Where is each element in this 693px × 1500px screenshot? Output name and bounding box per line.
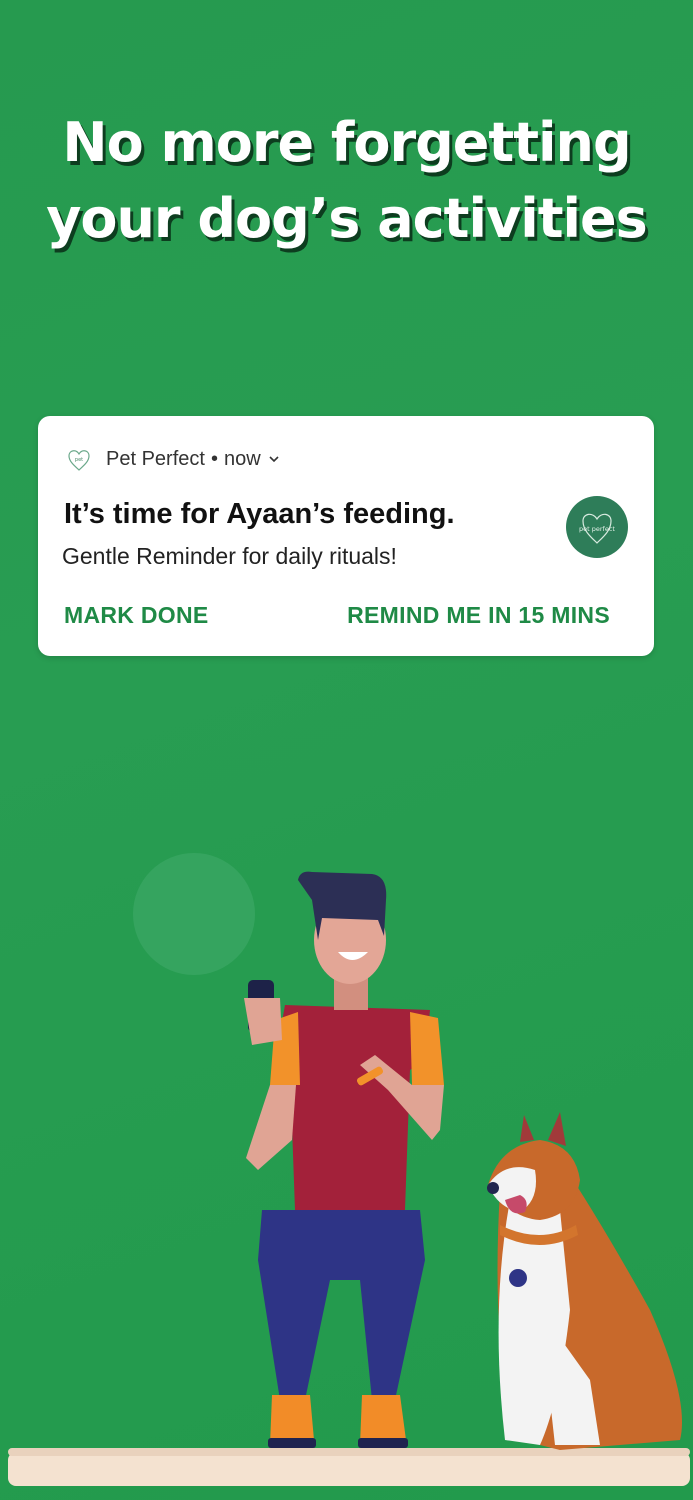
app-name: Pet Perfect: [106, 447, 205, 470]
notification-time: now: [223, 447, 261, 470]
notification-card[interactable]: pet Pet Perfect • now It’s time for Ayaa…: [38, 416, 654, 656]
app-logo-icon: pet: [68, 450, 90, 471]
mark-done-button[interactable]: MARK DONE: [64, 602, 209, 629]
headline: No more forgetting your dog’s activities: [0, 105, 693, 257]
pet-perfect-logo-icon: pet perfect: [579, 513, 615, 544]
svg-text:pet: pet: [75, 457, 83, 463]
chevron-down-icon[interactable]: [267, 452, 281, 466]
headline-line-2: your dog’s activities: [46, 187, 648, 250]
headline-line-1: No more forgetting: [62, 111, 631, 174]
notification-header: pet Pet Perfect • now: [64, 444, 281, 474]
remind-later-button[interactable]: REMIND ME IN 15 MINS: [347, 602, 610, 629]
notification-avatar: pet perfect: [566, 496, 628, 558]
man-with-dog-illustration: [8, 853, 690, 1486]
notification-body: Gentle Reminder for daily rituals!: [62, 543, 397, 569]
header-separator: •: [210, 447, 218, 470]
notification-title: It’s time for Ayaan’s feeding.: [64, 498, 455, 530]
avatar-logo-text: pet perfect: [579, 525, 615, 533]
